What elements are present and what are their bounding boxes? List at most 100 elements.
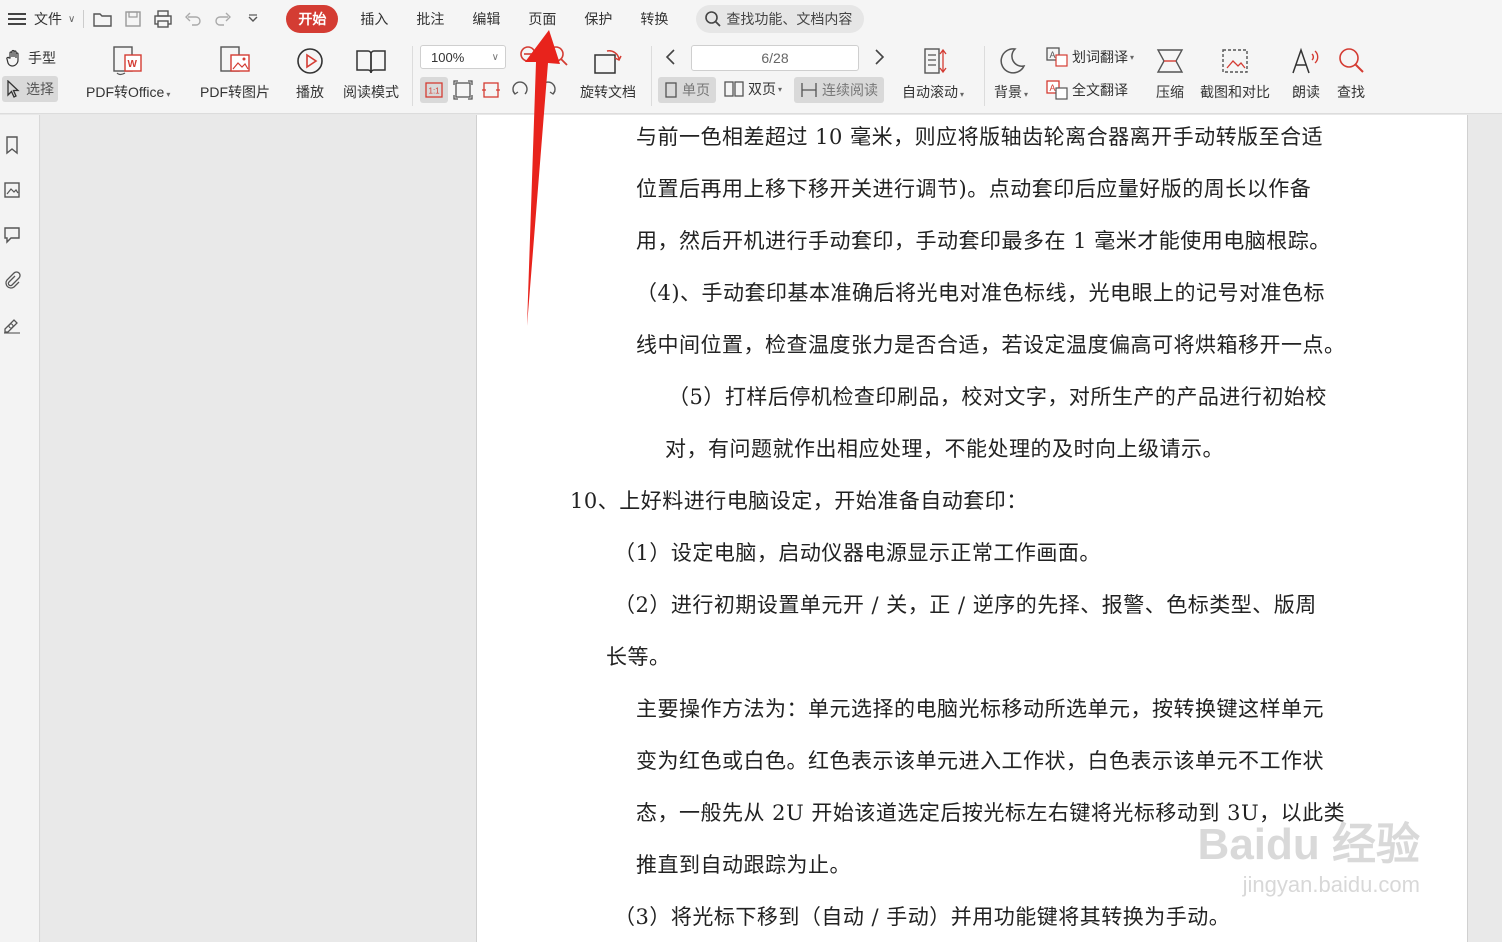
prev-page-button[interactable] xyxy=(664,47,678,67)
word-translate-button[interactable]: A 划词翻译 ▾ xyxy=(1046,47,1134,67)
save-icon[interactable] xyxy=(122,8,144,30)
pdf-to-office-button[interactable]: W PDF转Office ▾ xyxy=(86,44,170,102)
more-dropdown-icon[interactable] xyxy=(242,8,264,30)
divider xyxy=(412,46,413,106)
print-icon[interactable] xyxy=(152,8,174,30)
book-icon xyxy=(355,44,387,78)
screenshot-icon xyxy=(1219,44,1251,78)
doc-line: 长等。 xyxy=(606,645,671,669)
search-box[interactable]: 查找功能、文档内容 xyxy=(696,5,865,33)
zoom-out-button[interactable] xyxy=(518,44,542,68)
tab-edit[interactable]: 编辑 xyxy=(472,9,500,29)
pdf-to-image-button[interactable]: PDF转图片 xyxy=(200,44,270,102)
compress-icon xyxy=(1154,44,1186,78)
doc-line: 用，然后开机进行手动套印，手动套印最多在 1 毫米才能使用电脑根踪。 xyxy=(636,229,1331,253)
file-menu[interactable]: 文件 ∨ xyxy=(4,0,75,38)
double-page-button[interactable]: 双页 ▾ xyxy=(724,79,782,99)
chevron-right-icon xyxy=(875,49,885,65)
hand-tool-button[interactable]: 手型 xyxy=(6,48,56,68)
tab-page[interactable]: 页面 xyxy=(528,9,556,29)
tab-start[interactable]: 开始 xyxy=(286,5,339,33)
signature-icon[interactable] xyxy=(2,315,22,335)
file-menu-label: 文件 xyxy=(34,11,62,27)
continuous-read-icon xyxy=(801,83,817,97)
select-tool-button[interactable]: 选择 xyxy=(2,76,58,102)
search-placeholder: 查找功能、文档内容 xyxy=(726,11,853,27)
cursor-icon xyxy=(7,80,20,98)
search-icon xyxy=(1336,44,1366,78)
svg-text:A: A xyxy=(1050,83,1056,93)
auto-scroll-button[interactable]: 自动滚动 ▾ xyxy=(902,44,964,102)
bookmark-icon[interactable] xyxy=(2,135,22,155)
background-button[interactable]: 背景 ▾ xyxy=(994,44,1028,102)
pdf-to-office-icon: W xyxy=(111,44,145,78)
find-button[interactable]: 查找 xyxy=(1336,44,1366,102)
menu-bar: 文件 ∨ 开始 插入 批注 编辑 页面 保护 转换 查找功能、文档内容 xyxy=(0,0,1502,38)
rotate-document-icon xyxy=(591,44,625,78)
tab-annotate[interactable]: 批注 xyxy=(416,9,444,29)
redo-icon[interactable] xyxy=(212,8,234,30)
fit-width-button[interactable] xyxy=(481,80,501,100)
rotate-right-button[interactable] xyxy=(538,80,558,100)
full-translate-label: 全文翻译 xyxy=(1072,82,1128,98)
chevron-down-icon: ∨ xyxy=(491,51,499,63)
open-folder-icon[interactable] xyxy=(92,8,114,30)
tab-insert[interactable]: 插入 xyxy=(360,9,388,29)
undo-icon[interactable] xyxy=(182,8,204,30)
doc-line: （2）进行初期设置单元开 / 关，正 / 逆序的先择、报警、色标类型、版周 xyxy=(614,593,1317,617)
doc-line: 与前一色相差超过 10 毫米，则应将版轴齿轮离合器离开手动转版至合适 xyxy=(636,125,1324,149)
divider xyxy=(651,46,652,106)
comment-icon[interactable] xyxy=(2,225,22,245)
chevron-down-icon: ∨ xyxy=(68,13,76,25)
rotate-document-button[interactable]: 旋转文档 xyxy=(580,44,636,102)
select-tool-label: 选择 xyxy=(26,81,54,97)
divider xyxy=(984,46,985,106)
play-button[interactable]: 播放 xyxy=(295,44,325,102)
read-mode-button[interactable]: 阅读模式 xyxy=(343,44,399,102)
zoom-in-button[interactable] xyxy=(546,44,570,68)
screenshot-compare-button[interactable]: 截图和对比 xyxy=(1200,44,1270,102)
rotate-left-button[interactable] xyxy=(510,80,530,100)
screenshot-compare-label: 截图和对比 xyxy=(1200,84,1270,100)
doc-line: 线中间位置，检查温度张力是否合适，若设定温度偏高可将烘箱移开一点。 xyxy=(636,333,1346,357)
tab-convert[interactable]: 转换 xyxy=(640,9,668,29)
full-translate-icon: A xyxy=(1046,80,1068,100)
rotate-document-label: 旋转文档 xyxy=(580,84,636,100)
thumbnail-icon[interactable] xyxy=(2,180,22,200)
single-page-button[interactable]: 单页 xyxy=(658,77,716,103)
zoom-value: 100% xyxy=(431,49,465,65)
pdf-to-image-icon xyxy=(218,44,252,78)
fit-page-button[interactable] xyxy=(453,80,473,100)
fit-page-icon xyxy=(453,80,473,100)
hamburger-icon xyxy=(8,13,26,25)
auto-scroll-icon xyxy=(918,44,948,78)
single-page-label: 单页 xyxy=(682,82,710,98)
compress-label: 压缩 xyxy=(1156,84,1184,100)
svg-text:W: W xyxy=(128,59,138,70)
find-label: 查找 xyxy=(1337,84,1365,100)
rotate-right-icon xyxy=(540,81,556,95)
attachment-icon[interactable] xyxy=(2,270,22,290)
doc-line: 主要操作方法为：单元选择的电脑光标移动所选单元，按转换键这样单元 xyxy=(636,697,1324,721)
continuous-read-button[interactable]: 连续阅读 xyxy=(794,77,884,103)
chevron-left-icon xyxy=(665,49,675,65)
actual-size-button[interactable]: 1:1 xyxy=(420,77,448,103)
pdf-to-office-label: PDF转Office xyxy=(86,84,165,100)
doc-line: （1）设定电脑，启动仪器电源显示正常工作画面。 xyxy=(614,541,1101,565)
page-number-input[interactable]: 6/28 xyxy=(691,45,859,71)
rotate-left-icon xyxy=(512,81,528,95)
double-page-icon xyxy=(724,81,744,97)
full-translate-button[interactable]: A 全文翻译 xyxy=(1046,80,1128,100)
read-aloud-button[interactable]: 朗读 xyxy=(1290,44,1322,102)
zoom-select[interactable]: 100% ∨ xyxy=(420,45,506,69)
watermark-logo: Baidu 经验 xyxy=(1197,820,1420,869)
fit-width-icon xyxy=(482,82,500,98)
zoom-out-icon xyxy=(520,46,536,62)
page-indicator: 6/28 xyxy=(761,50,789,66)
actual-size-icon: 1:1 xyxy=(425,82,443,98)
next-page-button[interactable] xyxy=(872,47,886,67)
play-label: 播放 xyxy=(296,84,324,100)
tab-protect[interactable]: 保护 xyxy=(584,9,612,29)
compress-button[interactable]: 压缩 xyxy=(1154,44,1186,102)
read-aloud-icon xyxy=(1290,44,1322,78)
